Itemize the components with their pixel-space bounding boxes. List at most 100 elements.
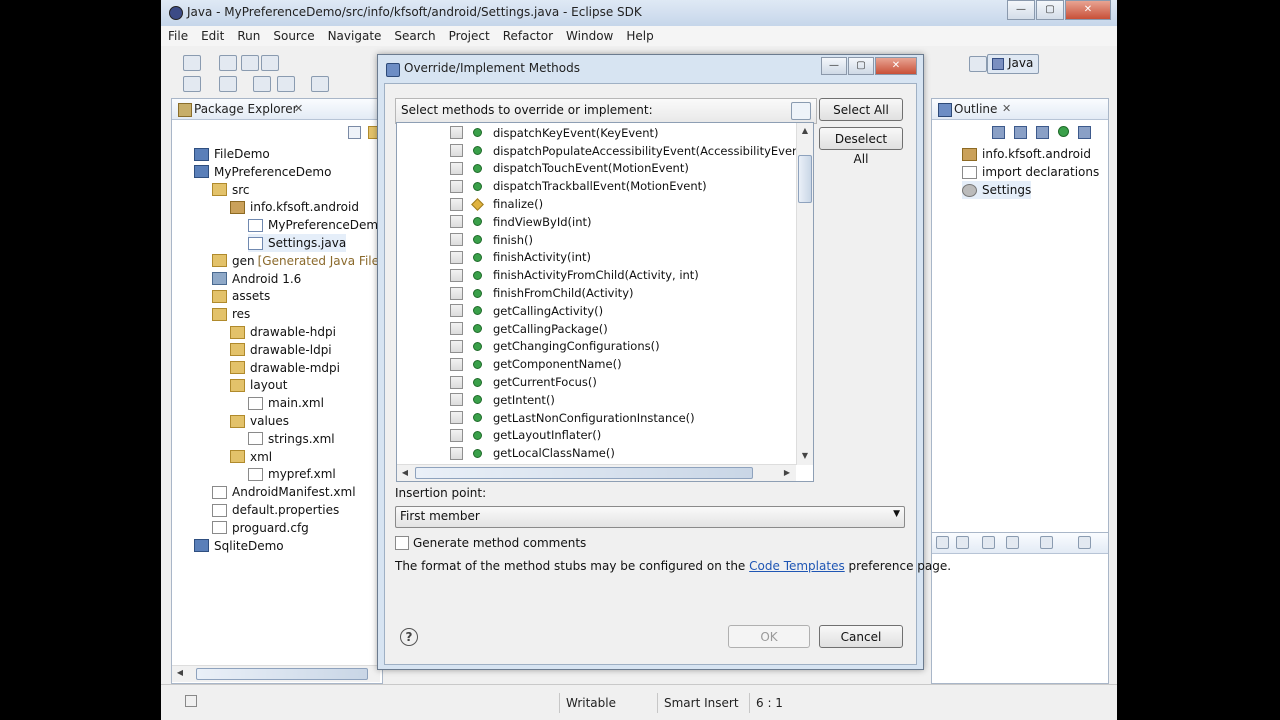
close-tab-icon[interactable]: ✕ — [1002, 102, 1011, 115]
open-perspective-icon[interactable] — [969, 56, 987, 72]
tree-item[interactable]: xml — [230, 448, 272, 466]
menu-navigate[interactable]: Navigate — [321, 29, 388, 43]
method-row[interactable]: dispatchKeyEvent(KeyEvent) — [450, 124, 659, 142]
next-annotation-icon[interactable] — [183, 76, 201, 92]
tree-item[interactable]: MyPreferenceDemo.j — [248, 216, 392, 234]
tree-item[interactable]: FileDemo — [194, 145, 270, 163]
menu-source[interactable]: Source — [266, 29, 320, 43]
method-row[interactable]: getLastNonConfigurationInstance() — [450, 409, 695, 427]
method-row[interactable]: getCurrentFocus() — [450, 373, 597, 391]
method-checkbox[interactable] — [450, 250, 463, 264]
method-checkbox[interactable] — [450, 126, 463, 140]
method-checkbox[interactable] — [450, 161, 463, 175]
outline-item[interactable]: info.kfsoft.android — [962, 145, 1091, 163]
outline-item[interactable]: import declarations — [962, 163, 1099, 181]
generate-comments-checkbox[interactable] — [395, 536, 409, 550]
code-templates-link[interactable]: Code Templates — [749, 559, 845, 573]
method-checkbox[interactable] — [450, 428, 463, 442]
back-icon[interactable] — [277, 76, 295, 92]
method-checkbox[interactable] — [450, 286, 463, 300]
close-tab-icon[interactable]: ✕ — [294, 102, 303, 115]
package-explorer-tab[interactable]: Package Explorer ✕ — [172, 99, 382, 120]
dialog-maximize-button[interactable]: ▢ — [848, 57, 874, 75]
tree-item[interactable]: Android 1.6 — [212, 270, 301, 288]
tree-item[interactable]: Settings.java — [248, 234, 347, 252]
forward-icon[interactable] — [311, 76, 329, 92]
method-row[interactable]: finishFromChild(Activity) — [450, 284, 634, 302]
hide-local-types-icon[interactable] — [1078, 126, 1091, 139]
method-row[interactable]: getCallingActivity() — [450, 302, 603, 320]
tree-item[interactable]: layout — [230, 376, 287, 394]
help-icon[interactable]: ? — [400, 628, 418, 646]
method-row[interactable]: getLocalClassName() — [450, 444, 615, 462]
insertion-point-select[interactable]: First member ▼ — [395, 506, 905, 528]
method-checkbox[interactable] — [450, 375, 463, 389]
maximize-button[interactable]: ▢ — [1036, 0, 1064, 20]
method-row[interactable]: dispatchPopulateAccessibilityEvent(Acces… — [450, 142, 808, 160]
tree-item[interactable]: SqliteDemo — [194, 537, 284, 555]
method-row[interactable]: getIntent() — [450, 391, 555, 409]
scroll-left-icon[interactable]: ◀ — [174, 666, 186, 680]
scroll-up-icon[interactable]: ▲ — [798, 124, 812, 138]
tree-item[interactable]: AndroidManifest.xml — [212, 483, 356, 501]
hscroll-thumb[interactable] — [415, 467, 753, 479]
menu-window[interactable]: Window — [559, 29, 619, 43]
method-checkbox[interactable] — [450, 144, 463, 158]
menu-search[interactable]: Search — [387, 29, 441, 43]
method-checkbox[interactable] — [450, 446, 463, 460]
method-checkbox[interactable] — [450, 304, 463, 318]
tree-item[interactable]: assets — [212, 287, 270, 305]
method-checkbox[interactable] — [450, 339, 463, 353]
close-button[interactable]: ✕ — [1065, 0, 1111, 20]
method-row[interactable]: getLayoutInflater() — [450, 427, 601, 445]
hide-fields-icon[interactable] — [1014, 126, 1027, 139]
tree-item[interactable]: drawable-mdpi — [230, 359, 340, 377]
deselect-all-button[interactable]: Deselect All — [819, 127, 903, 166]
tree-item[interactable]: main.xml — [248, 394, 324, 412]
menu-help[interactable]: Help — [619, 29, 659, 43]
expand-all-icon[interactable] — [791, 102, 811, 120]
outline-item[interactable]: Settings — [962, 181, 1032, 199]
method-row[interactable]: dispatchTouchEvent(MotionEvent) — [450, 160, 689, 178]
scroll-lock-icon[interactable] — [956, 536, 969, 549]
outline-tab[interactable]: Outline ✕ — [932, 99, 1108, 120]
tree-item[interactable]: default.properties — [212, 501, 339, 519]
save-icon[interactable] — [219, 55, 237, 71]
tree-item[interactable]: values — [230, 412, 289, 430]
method-checkbox[interactable] — [450, 197, 463, 211]
tree-item[interactable]: src — [212, 181, 250, 199]
scroll-thumb[interactable] — [196, 668, 368, 680]
console-icon[interactable] — [936, 536, 949, 549]
menu-file[interactable]: File — [161, 29, 194, 43]
dialog-minimize-button[interactable]: — — [821, 57, 847, 75]
method-row[interactable]: findViewById(int) — [450, 213, 591, 231]
method-checkbox[interactable] — [450, 215, 463, 229]
method-row[interactable]: getChangingConfigurations() — [450, 338, 660, 356]
new-icon[interactable] — [183, 55, 201, 71]
minimize-view-icon[interactable] — [1078, 536, 1091, 549]
method-checkbox[interactable] — [450, 179, 463, 193]
method-checkbox[interactable] — [450, 393, 463, 407]
fast-view-icon[interactable] — [185, 695, 197, 707]
tree-item[interactable]: mypref.xml — [248, 465, 336, 483]
sort-icon[interactable] — [992, 126, 1005, 139]
previous-annotation-icon[interactable] — [219, 76, 237, 92]
pin-icon[interactable] — [982, 536, 995, 549]
package-explorer-hscroll[interactable]: ◀ — [172, 665, 380, 682]
tree-item[interactable]: info.kfsoft.android — [230, 198, 359, 216]
save-all-icon[interactable] — [241, 55, 259, 71]
vscroll-thumb[interactable] — [798, 155, 812, 203]
last-edit-icon[interactable] — [253, 76, 271, 92]
method-checkbox[interactable] — [450, 233, 463, 247]
tree-item[interactable]: strings.xml — [248, 430, 335, 448]
method-row[interactable]: finishActivity(int) — [450, 249, 591, 267]
method-row[interactable]: finish() — [450, 231, 533, 249]
method-row[interactable]: dispatchTrackballEvent(MotionEvent) — [450, 177, 707, 195]
hide-nonpublic-icon[interactable] — [1058, 126, 1069, 137]
menu-project[interactable]: Project — [442, 29, 496, 43]
scroll-left-icon[interactable]: ◀ — [399, 466, 411, 480]
method-row[interactable]: getCallingPackage() — [450, 320, 608, 338]
hide-static-icon[interactable] — [1036, 126, 1049, 139]
menu-run[interactable]: Run — [230, 29, 266, 43]
menu-refactor[interactable]: Refactor — [496, 29, 559, 43]
